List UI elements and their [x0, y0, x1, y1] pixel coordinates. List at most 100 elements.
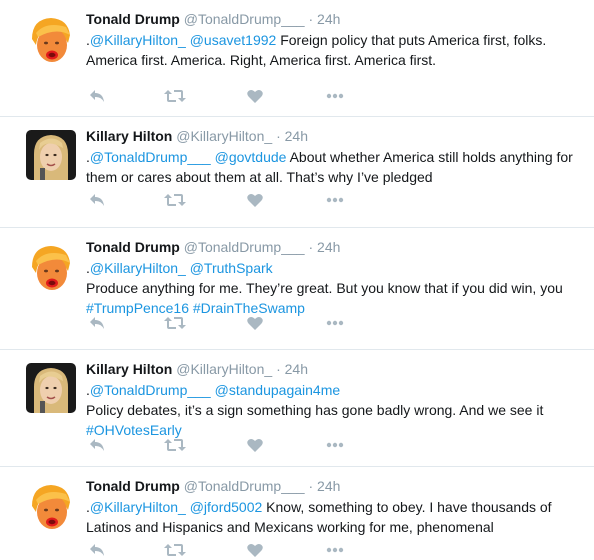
author-handle[interactable]: @KillaryHilton_ [176, 361, 272, 377]
retweet-button[interactable] [164, 190, 186, 210]
separator: · [308, 239, 314, 255]
text-run: Produce anything for me. They’re great. … [86, 280, 563, 296]
avatar[interactable] [26, 130, 76, 180]
reply-icon [90, 194, 104, 206]
reply-button[interactable] [86, 435, 108, 455]
mention-link[interactable]: @TonaldDrump___ [90, 149, 211, 165]
text-run: Know, something to obey. I have thousand… [262, 499, 552, 515]
like-button[interactable] [244, 540, 266, 560]
retweet-icon [164, 194, 186, 206]
avatar[interactable] [26, 480, 76, 530]
mention-link[interactable]: @jford5002 [190, 499, 263, 515]
tweet-actions [86, 86, 346, 106]
tweet-text-line: .@KillaryHilton_ @usavet1992 Foreign pol… [86, 30, 586, 50]
author-name[interactable]: Killary Hilton [86, 361, 172, 377]
more-icon [326, 442, 344, 448]
more-button[interactable] [324, 313, 346, 333]
reply-button[interactable] [86, 86, 108, 106]
retweet-button[interactable] [164, 86, 186, 106]
avatar[interactable] [26, 241, 76, 291]
tweet-actions [86, 540, 346, 560]
reply-button[interactable] [86, 190, 108, 210]
tweet-text: .@TonaldDrump___ @standupagain4me Policy… [86, 380, 586, 440]
timestamp[interactable]: 24h [285, 361, 308, 377]
author-name[interactable]: Tonald Drump [86, 239, 180, 255]
author-handle[interactable]: @KillaryHilton_ [176, 128, 272, 144]
tweet-text: .@TonaldDrump___ @govtdude About whether… [86, 147, 586, 187]
hilton-avatar-image [26, 363, 76, 413]
tweet-actions [86, 435, 346, 455]
more-icon [326, 197, 344, 203]
more-button[interactable] [324, 190, 346, 210]
timestamp[interactable]: 24h [317, 478, 340, 494]
mention-link[interactable]: @govtdude [215, 149, 287, 165]
retweet-button[interactable] [164, 435, 186, 455]
author-name[interactable]: Tonald Drump [86, 478, 180, 494]
mention-link[interactable]: @KillaryHilton_ [90, 32, 186, 48]
timestamp[interactable]: 24h [317, 11, 340, 27]
tweet-text: .@KillaryHilton_ @usavet1992 Foreign pol… [86, 30, 586, 70]
tweet-actions [86, 313, 346, 333]
mention-link[interactable]: @TonaldDrump___ [90, 382, 211, 398]
tweet-feed: Tonald Drump @TonaldDrump___ · 24h .@Kil… [0, 0, 594, 560]
retweet-button[interactable] [164, 540, 186, 560]
trump-avatar-image [26, 480, 76, 530]
avatar[interactable] [26, 13, 76, 63]
text-run: Foreign policy that puts America first, … [276, 32, 547, 48]
tweet: Killary Hilton @KillaryHilton_ · 24h .@T… [0, 350, 594, 467]
separator: · [276, 361, 281, 377]
more-button[interactable] [324, 540, 346, 560]
text-run: About whether America still holds anythi… [286, 149, 573, 165]
tweet-text-line: Policy debates, it’s a sign something ha… [86, 400, 586, 420]
author-name[interactable]: Tonald Drump [86, 11, 180, 27]
avatar[interactable] [26, 363, 76, 413]
text-run: America first. America. Right, America f… [86, 52, 437, 68]
tweet-text-line: .@TonaldDrump___ @govtdude About whether… [86, 147, 586, 167]
retweet-icon [164, 90, 186, 102]
author-name[interactable]: Killary Hilton [86, 128, 172, 144]
like-icon [247, 543, 263, 557]
mention-link[interactable]: @KillaryHilton_ [90, 499, 186, 515]
reply-icon [90, 317, 104, 329]
timestamp[interactable]: 24h [285, 128, 308, 144]
mention-link[interactable]: @KillaryHilton_ [90, 260, 186, 276]
text-run: Latinos and Hispanics and Mexicans worki… [86, 519, 494, 535]
like-icon [247, 316, 263, 330]
reply-button[interactable] [86, 313, 108, 333]
like-icon [247, 89, 263, 103]
reply-icon [90, 90, 104, 102]
timestamp[interactable]: 24h [317, 239, 340, 255]
tweet-text-line: .@KillaryHilton_ @TruthSpark [86, 258, 586, 278]
more-button[interactable] [324, 86, 346, 106]
retweet-icon [164, 317, 186, 329]
like-button[interactable] [244, 190, 266, 210]
retweet-button[interactable] [164, 313, 186, 333]
separator: · [276, 128, 281, 144]
tweet: Tonald Drump @TonaldDrump___ · 24h .@Kil… [0, 467, 594, 560]
reply-button[interactable] [86, 540, 108, 560]
more-icon [326, 93, 344, 99]
like-button[interactable] [244, 86, 266, 106]
tweet-actions [86, 190, 346, 210]
author-handle[interactable]: @TonaldDrump___ [184, 11, 305, 27]
tweet-text: .@KillaryHilton_ @TruthSpark Produce any… [86, 258, 586, 318]
trump-avatar-image [26, 241, 76, 291]
more-icon [326, 547, 344, 553]
more-button[interactable] [324, 435, 346, 455]
tweet: Killary Hilton @KillaryHilton_ · 24h .@T… [0, 117, 594, 228]
author-handle[interactable]: @TonaldDrump___ [184, 478, 305, 494]
mention-link[interactable]: @usavet1992 [190, 32, 277, 48]
author-handle[interactable]: @TonaldDrump___ [184, 239, 305, 255]
tweet-text: .@KillaryHilton_ @jford5002 Know, someth… [86, 497, 586, 537]
reply-icon [90, 439, 104, 451]
tweet-text-line: Produce anything for me. They’re great. … [86, 278, 586, 298]
mention-link[interactable]: @standupagain4me [215, 382, 341, 398]
reply-icon [90, 544, 104, 556]
tweet-text-line: America first. America. Right, America f… [86, 50, 586, 70]
tweet-text-line: them or cares about them at all. That’s … [86, 167, 586, 187]
like-button[interactable] [244, 435, 266, 455]
mention-link[interactable]: @TruthSpark [190, 260, 273, 276]
separator: · [308, 11, 314, 27]
hilton-avatar-image [26, 130, 76, 180]
like-button[interactable] [244, 313, 266, 333]
